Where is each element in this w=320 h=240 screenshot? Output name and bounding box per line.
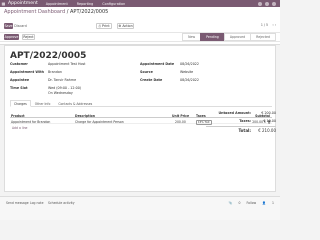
save-button[interactable]: Save	[4, 23, 13, 29]
tab-charges[interactable]: Charges	[10, 100, 31, 107]
pager-value: 1 / 5	[260, 23, 268, 27]
apps-menu-icon[interactable]: ▦	[0, 0, 7, 7]
menu-appointment[interactable]: Appointment	[46, 2, 68, 6]
row-unit-price: 200.00	[175, 119, 186, 124]
followers-count: 1	[272, 201, 274, 205]
time-slot-field[interactable]: Wed (09:00 - 12:00)	[48, 86, 81, 90]
breadcrumb-parent[interactable]: Appointment Dashboard	[4, 9, 65, 15]
stage-rejected[interactable]: Rejected	[250, 33, 276, 41]
app-name[interactable]: Appointment	[8, 1, 38, 6]
user-avatar-icon[interactable]	[272, 1, 276, 6]
untaxed-label: Untaxed Amount:	[218, 111, 251, 115]
row-description: Charge for Appointment Person	[75, 119, 124, 124]
stage-pending[interactable]: Pending	[200, 33, 225, 41]
total-label: Total:	[238, 128, 251, 133]
col-taxes[interactable]: Taxes	[196, 114, 206, 118]
source-field[interactable]: Website	[180, 70, 193, 74]
untaxed-row: Untaxed Amount: € 200.00	[206, 110, 276, 118]
appointment-date-label: Appointment Date	[140, 62, 175, 66]
taxes-value: € 10.00	[263, 119, 276, 123]
menu-reporting[interactable]: Reporting	[77, 2, 93, 6]
pager-arrows[interactable]: ‹ ›	[272, 23, 276, 27]
attachment-icon[interactable]: 📎	[229, 201, 233, 205]
discard-button[interactable]: Discard	[14, 23, 27, 29]
taxes-row: Taxes: € 10.00	[206, 118, 276, 126]
appointment-with-field[interactable]: Brandon	[48, 70, 62, 74]
total-value: € 210.00	[258, 128, 276, 133]
appointee-field[interactable]: Dr. Tanvir Rahme	[48, 78, 76, 82]
chatter: Send message Log note Schedule activity …	[0, 196, 280, 220]
action-button[interactable]: ⚙ Action	[117, 23, 134, 29]
menu-configuration[interactable]: Configuration	[102, 2, 125, 6]
followers-icon[interactable]: 👤	[262, 201, 266, 205]
add-line-link[interactable]: Add a line	[12, 126, 27, 130]
tab-contacts-addresses[interactable]: Contacts & Addresses	[54, 100, 96, 107]
approve-button[interactable]: Approve	[4, 34, 19, 40]
record-title: APT/2022/0005	[10, 51, 87, 61]
time-slot-label: Time Slot	[10, 86, 28, 90]
print-button[interactable]: ⎙ Print	[96, 23, 112, 29]
schedule-activity-button[interactable]: Schedule activity	[48, 201, 75, 205]
top-navbar: ▦ Appointment Appointment Reporting Conf…	[0, 0, 280, 7]
row-product: Appointment for Brandon	[11, 119, 51, 124]
untaxed-value: € 200.00	[261, 111, 276, 115]
reject-button[interactable]: Reject	[22, 34, 35, 40]
stage-new[interactable]: New	[182, 33, 202, 41]
appointee-label: Appointee	[10, 78, 30, 82]
customer-label: Customer	[10, 62, 28, 66]
tab-other-info[interactable]: Other Info	[31, 100, 55, 107]
col-product[interactable]: Product	[11, 114, 25, 118]
totals-block: Untaxed Amount: € 200.00 Taxes: € 10.00 …	[206, 110, 276, 134]
taxes-label: Taxes:	[239, 119, 251, 123]
time-slot-day: On Wednesday	[48, 91, 73, 95]
create-date-label: Create Date	[140, 78, 163, 82]
appointment-date-field[interactable]: 08/26/2022	[180, 62, 199, 66]
notebook-tabs: Charges Other Info Contacts & Addresses	[10, 100, 272, 107]
follow-button[interactable]: Follow	[246, 201, 256, 205]
send-message-button[interactable]: Send message	[6, 201, 29, 205]
chat-icon[interactable]	[258, 1, 262, 6]
breadcrumb-current: APT/2022/0005	[70, 9, 109, 15]
stage-approved[interactable]: Approved	[223, 33, 252, 41]
appointment-with-label: Appointment With	[10, 70, 45, 74]
log-note-button[interactable]: Log note	[30, 201, 43, 205]
total-row: Total: € 210.00	[206, 126, 276, 134]
col-description[interactable]: Description	[75, 114, 95, 118]
col-unit-price[interactable]: Unit Price	[172, 114, 189, 118]
source-label: Source	[140, 70, 153, 74]
stage-selector: New Pending Approved Rejected	[182, 33, 276, 41]
create-date-field: 08/26/2022	[180, 78, 200, 82]
breadcrumb: Appointment Dashboard / APT/2022/0005	[4, 9, 108, 15]
customer-field[interactable]: Appointment Test Host	[48, 62, 85, 66]
activity-icon[interactable]	[265, 1, 269, 6]
attachment-count: 0	[238, 201, 241, 205]
